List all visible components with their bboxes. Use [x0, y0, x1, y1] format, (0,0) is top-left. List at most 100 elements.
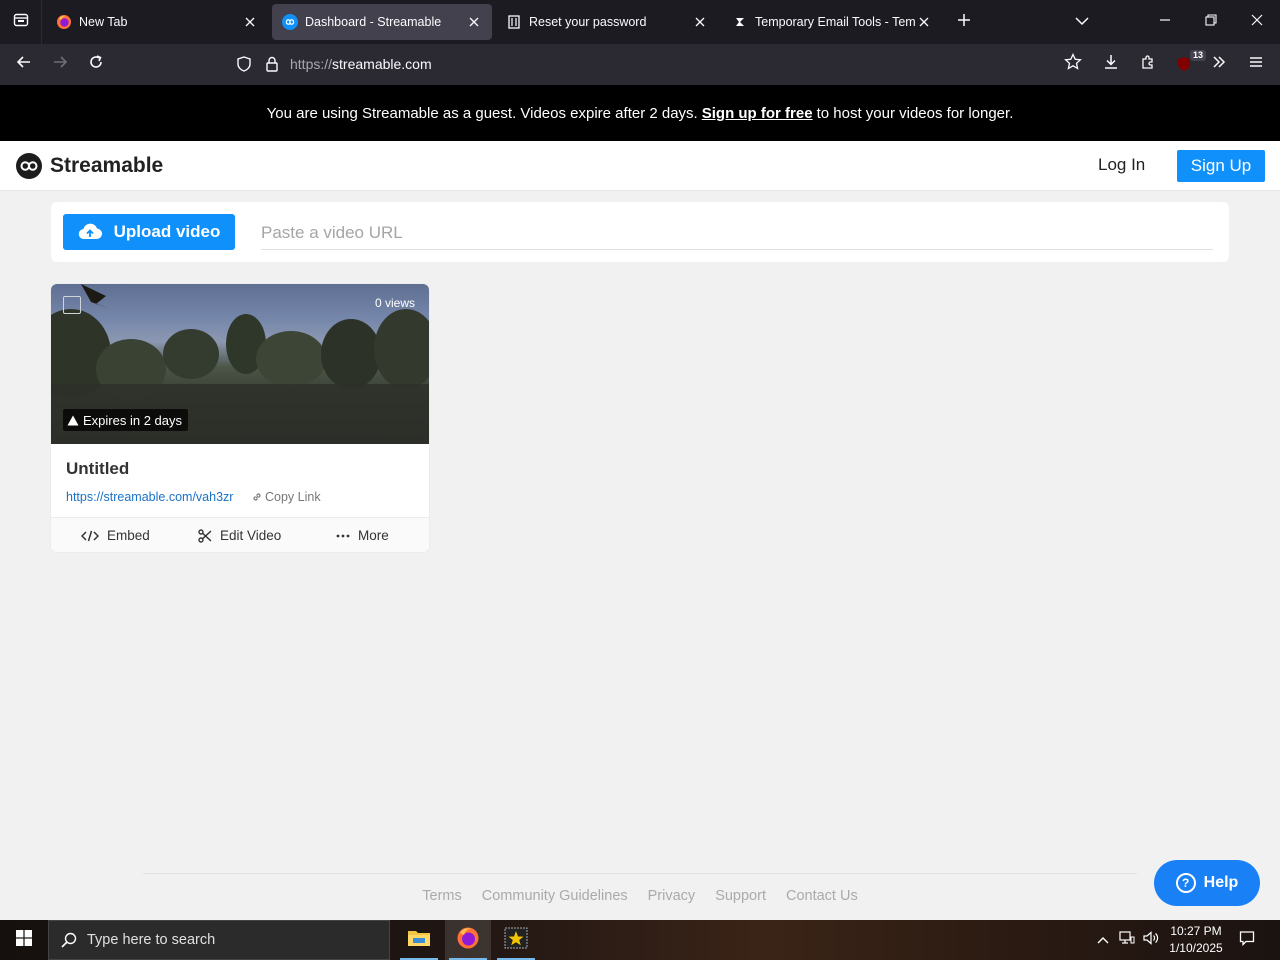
- search-icon: [61, 932, 77, 948]
- network-icon: [1119, 930, 1135, 950]
- tab-title: Reset your password: [529, 15, 647, 29]
- show-hidden-icons-button[interactable]: [1092, 920, 1114, 960]
- close-window-button[interactable]: [1234, 0, 1280, 44]
- hamburger-menu-icon: [1248, 54, 1264, 75]
- banner-text-prefix: You are using Streamable as a guest. Vid…: [266, 104, 698, 122]
- chevron-down-icon: [1075, 13, 1089, 31]
- taskbar-clock[interactable]: 10:27 PM 1/10/2025: [1164, 923, 1228, 957]
- warning-triangle-icon: [67, 415, 79, 426]
- app-menu-button[interactable]: [1240, 48, 1272, 80]
- video-thumbnail[interactable]: 0 views Expires in 2 days: [51, 284, 429, 444]
- ublock-extension-button[interactable]: 13: [1168, 48, 1207, 80]
- tab-new-tab[interactable]: New Tab: [46, 4, 268, 40]
- puzzle-icon: [1140, 54, 1156, 75]
- edit-video-button[interactable]: Edit Video: [198, 518, 281, 552]
- taskbar-app-star[interactable]: [493, 920, 539, 960]
- embed-label: Embed: [107, 528, 150, 543]
- taskbar-file-explorer[interactable]: [396, 920, 442, 960]
- upload-panel: Upload video: [51, 202, 1229, 262]
- tab-dashboard-streamable[interactable]: Dashboard - Streamable: [272, 4, 492, 40]
- expiry-text: Expires in 2 days: [83, 412, 182, 428]
- edit-video-label: Edit Video: [220, 528, 282, 543]
- video-title[interactable]: Untitled: [66, 459, 129, 479]
- double-chevron-right-icon: [1211, 54, 1227, 75]
- network-tray-button[interactable]: [1116, 920, 1138, 960]
- footer-link-terms[interactable]: Terms: [422, 888, 461, 904]
- scissors-icon: [198, 528, 212, 543]
- clock-time: 10:27 PM: [1170, 924, 1222, 938]
- notifications-button[interactable]: [1236, 920, 1258, 960]
- video-url-input[interactable]: [261, 216, 1213, 250]
- taskbar-firefox[interactable]: [445, 920, 491, 960]
- footer-link-support[interactable]: Support: [715, 888, 766, 904]
- view-count: 0 views: [374, 296, 415, 310]
- link-chain-icon: [251, 491, 263, 503]
- arrow-left-icon: [16, 54, 32, 75]
- minimize-button[interactable]: [1142, 0, 1188, 44]
- sign-up-button[interactable]: Sign Up: [1177, 150, 1265, 182]
- ellipsis-icon: [336, 534, 350, 538]
- bookmark-star-button[interactable]: [1057, 48, 1089, 80]
- temp-mail-favicon-icon: [732, 14, 748, 30]
- clock-date: 1/10/2025: [1169, 941, 1223, 955]
- folder-icon: [407, 928, 431, 953]
- more-button[interactable]: More: [336, 518, 389, 552]
- volume-tray-button[interactable]: [1140, 920, 1162, 960]
- site-footer: Terms Community Guidelines Privacy Suppo…: [0, 888, 1280, 904]
- upload-video-button[interactable]: Upload video: [63, 214, 235, 250]
- new-tab-button[interactable]: [952, 10, 976, 34]
- tab-temporary-email[interactable]: Temporary Email Tools - Tempor: [722, 4, 942, 40]
- copy-link-button[interactable]: Copy Link: [251, 490, 321, 504]
- list-all-tabs-button[interactable]: [1070, 10, 1094, 34]
- speaker-icon: [1143, 930, 1159, 950]
- plus-icon: [957, 13, 971, 32]
- start-button[interactable]: [0, 920, 48, 960]
- minimize-icon: [1159, 13, 1171, 31]
- site-header: Streamable Log In Sign Up: [0, 141, 1280, 191]
- footer-link-contact-us[interactable]: Contact Us: [786, 888, 858, 904]
- url-text: https://streamable.com: [290, 56, 432, 72]
- back-button[interactable]: [8, 48, 40, 80]
- expiry-badge: Expires in 2 days: [63, 409, 188, 431]
- close-tab-icon[interactable]: [466, 14, 482, 30]
- reload-button[interactable]: [80, 48, 112, 80]
- shield-extension-icon: 13: [1176, 50, 1207, 72]
- close-tab-icon[interactable]: [692, 14, 708, 30]
- reload-icon: [88, 54, 104, 75]
- streamable-logo-icon: [16, 153, 42, 179]
- video-card: 0 views Expires in 2 days Untitled https…: [51, 284, 429, 552]
- sign-up-free-link[interactable]: Sign up for free: [702, 105, 813, 122]
- firefox-logo-icon: [56, 14, 72, 30]
- close-icon: [1251, 13, 1263, 31]
- tab-title: Dashboard - Streamable: [305, 15, 442, 29]
- code-icon: [81, 530, 99, 542]
- address-bar[interactable]: https://streamable.com: [228, 48, 1094, 80]
- help-button[interactable]: ? Help: [1154, 860, 1260, 906]
- firefox-view-button[interactable]: [0, 0, 42, 44]
- notification-chat-icon: [1239, 930, 1255, 951]
- windows-logo-icon: [16, 929, 32, 951]
- close-tab-icon[interactable]: [916, 14, 932, 30]
- close-tab-icon[interactable]: [242, 14, 258, 30]
- help-label: Help: [1203, 874, 1239, 891]
- forward-button[interactable]: [44, 48, 76, 80]
- tab-reset-password[interactable]: Reset your password: [496, 4, 718, 40]
- video-share-link[interactable]: https://streamable.com/vah3zr: [66, 490, 233, 504]
- more-tools-button[interactable]: [1203, 48, 1235, 80]
- footer-link-privacy[interactable]: Privacy: [648, 888, 696, 904]
- lock-icon[interactable]: [260, 52, 284, 76]
- taskbar-search-box[interactable]: Type here to search: [48, 920, 390, 960]
- streamable-logo-link[interactable]: Streamable: [16, 153, 163, 179]
- extensions-button[interactable]: [1132, 48, 1164, 80]
- tracking-protection-shield-icon[interactable]: [232, 52, 256, 76]
- download-icon: [1103, 54, 1119, 75]
- select-video-checkbox[interactable]: [63, 296, 81, 314]
- footer-link-community-guidelines[interactable]: Community Guidelines: [482, 888, 628, 904]
- restore-button[interactable]: [1188, 0, 1234, 44]
- restore-icon: [1205, 13, 1217, 31]
- copy-link-label: Copy Link: [265, 490, 321, 504]
- arrow-right-icon: [52, 54, 68, 75]
- log-in-button[interactable]: Log In: [1098, 155, 1145, 175]
- embed-button[interactable]: Embed: [81, 518, 150, 552]
- downloads-button[interactable]: [1095, 48, 1127, 80]
